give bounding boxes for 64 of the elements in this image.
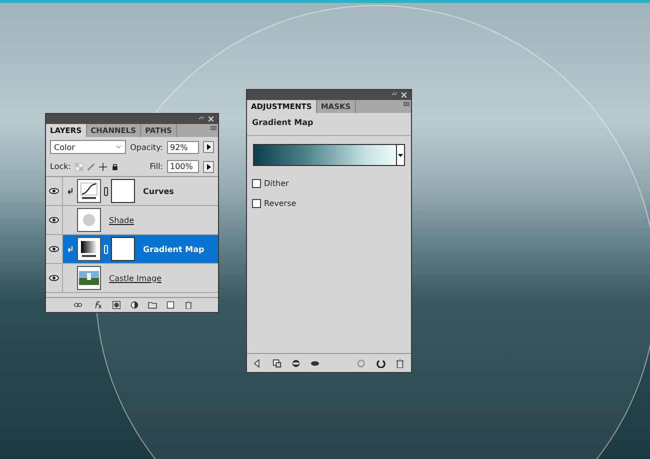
checkerboard-icon[interactable] [74,162,83,170]
reset-icon[interactable] [376,358,386,368]
layer-name[interactable]: Curves [143,186,174,196]
layer-name[interactable]: Castle Image [109,274,162,282]
collapse-icon[interactable] [391,92,398,98]
layer-mask-thumbnail [111,237,135,261]
layer-row[interactable]: Shade [46,206,218,235]
visibility-toggle[interactable] [46,206,63,234]
gradient-preview[interactable] [254,145,396,165]
layer-row[interactable]: Gradient Map [46,235,218,264]
visibility-toggle[interactable] [46,264,63,292]
new-layer-icon[interactable] [166,301,174,309]
opacity-field[interactable]: 92% [167,140,199,154]
trash-icon[interactable] [395,358,405,368]
visibility-toggle[interactable] [46,177,63,205]
sphere-icon [82,213,96,227]
layer-row[interactable]: Curves [46,177,218,206]
eye-icon[interactable] [49,246,59,252]
play-arrow-icon [206,144,210,150]
clip-arrow-icon [68,188,72,194]
layer-name[interactable]: Gradient Map [143,244,204,254]
chain-link-icon [104,186,108,196]
blend-mode-dropdown[interactable]: Color [50,140,126,154]
castle-thumbnail [79,271,99,285]
caret-icon [398,154,403,156]
fill-field[interactable]: 100% [167,160,199,173]
trash-icon[interactable] [184,301,192,309]
checkbox-label: Dither [264,179,289,188]
checkbox[interactable] [252,199,261,208]
folder-icon[interactable] [148,301,156,309]
checkbox-label: Reverse [264,199,296,208]
close-icon[interactable] [401,92,407,98]
link-icon[interactable] [72,301,84,309]
move-icon[interactable] [98,162,107,170]
eye-icon[interactable] [49,188,59,194]
opacity-arrow-button[interactable] [203,141,214,153]
visibility-toggle[interactable] [46,235,63,263]
mask-icon[interactable] [112,301,120,309]
eye-icon[interactable] [49,275,59,281]
caret-icon[interactable] [115,144,122,150]
close-icon[interactable] [208,116,214,122]
collapse-icon[interactable] [198,116,205,122]
gradient-dropdown-button[interactable] [396,145,404,165]
fill-label: Fill: [150,162,163,171]
fill-arrow-button[interactable] [203,160,214,172]
padlock-icon[interactable] [110,162,119,170]
fx-icon[interactable] [92,301,102,309]
eye-icon[interactable] [310,358,320,368]
lock-label: Lock: [50,162,71,171]
expand-view-icon[interactable] [272,358,282,368]
layer-name[interactable]: Shade [109,216,134,224]
brush-icon[interactable] [86,162,95,170]
half-circle-icon[interactable] [130,301,138,309]
menu-icon[interactable] [209,124,218,132]
clip-arrow-icon [68,246,72,252]
menu-icon[interactable] [402,100,411,108]
opacity-label: Opacity: [130,142,163,152]
layer-mask-thumbnail [111,179,135,203]
layer-row[interactable]: Castle Image [46,264,218,293]
checkbox[interactable] [252,179,261,188]
play-arrow-icon [206,164,210,170]
eye-icon[interactable] [49,217,59,223]
chain-link-icon [104,244,108,254]
panel-title: Gradient Map [247,113,411,136]
